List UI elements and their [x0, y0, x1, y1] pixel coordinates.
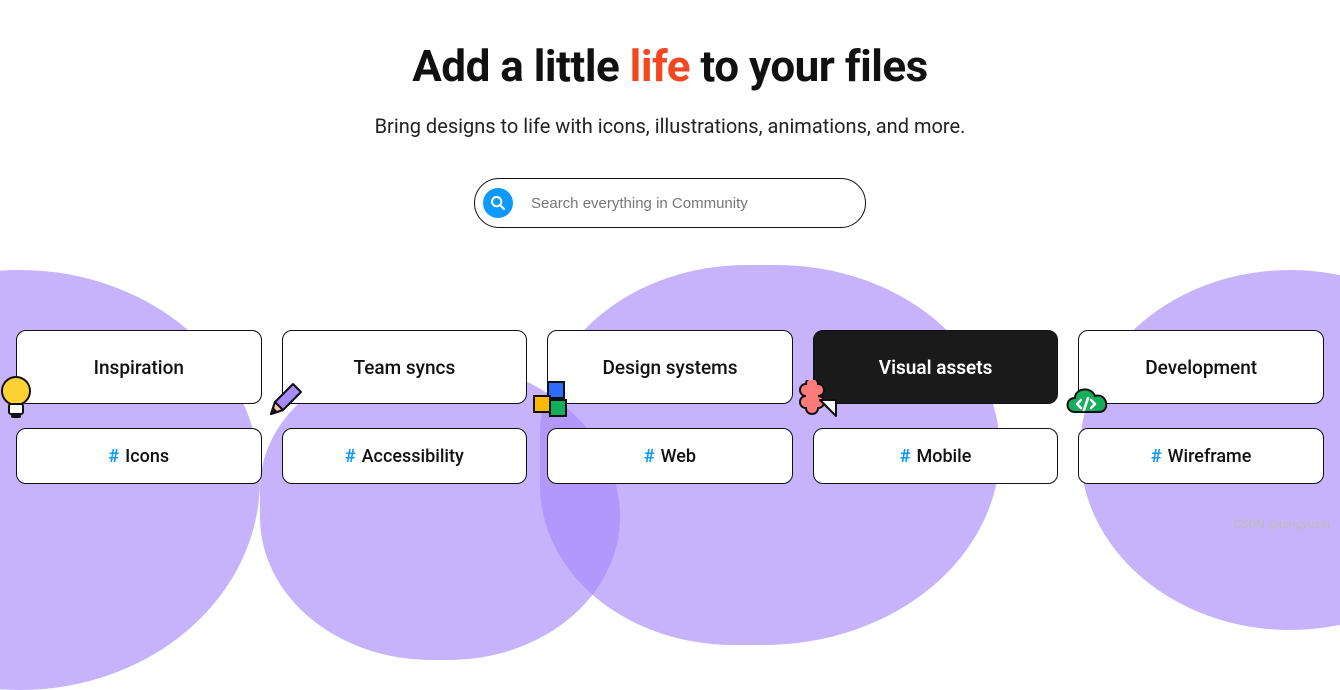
- category-label: Visual assets: [879, 356, 993, 379]
- tag-label: Icons: [125, 446, 169, 467]
- title-post: to your files: [690, 40, 928, 92]
- tag-card-mobile[interactable]: #Mobile: [813, 428, 1059, 484]
- category-card-inspiration[interactable]: Inspiration: [16, 330, 262, 404]
- cloud-code-icon: [1061, 382, 1113, 425]
- blocks-icon: [530, 380, 570, 425]
- category-label: Team syncs: [354, 356, 456, 379]
- tag-card-web[interactable]: # Web: [547, 428, 793, 484]
- tag-card-icons[interactable]: # Icons: [16, 428, 262, 484]
- tag-label: Wireframe: [1168, 446, 1252, 467]
- title-accent: life: [630, 40, 690, 92]
- hash-icon: #: [108, 446, 119, 467]
- tag-card-wireframe[interactable]: # Wireframe: [1078, 428, 1324, 484]
- pencil-icon: [265, 380, 305, 425]
- category-card-visual-assets[interactable]: Visual assets: [813, 330, 1059, 404]
- search-input[interactable]: [531, 195, 857, 212]
- category-label: Inspiration: [94, 356, 184, 379]
- tag-label: Mobile: [916, 446, 971, 467]
- hash-icon: #: [644, 446, 655, 467]
- hash-icon: #: [900, 446, 911, 467]
- category-label: Design systems: [603, 356, 738, 379]
- category-label: Development: [1145, 356, 1257, 379]
- hash-icon: #: [345, 446, 356, 467]
- shape-icon: [796, 380, 842, 425]
- search-container[interactable]: [474, 178, 866, 228]
- tag-label: Web: [661, 446, 696, 467]
- category-card-development[interactable]: Development: [1078, 330, 1324, 404]
- category-card-team-syncs[interactable]: Team syncs: [282, 330, 528, 404]
- watermark: CSDN @tengyuxin: [1233, 517, 1330, 531]
- tag-label: Accessibility: [362, 446, 464, 467]
- page-subtitle: Bring designs to life with icons, illust…: [0, 114, 1340, 138]
- tag-card-accessibility[interactable]: # Accessibility: [282, 428, 528, 484]
- page-title: Add a little life to your files: [0, 40, 1340, 92]
- hash-icon: #: [1151, 446, 1162, 467]
- category-card-design-systems[interactable]: Design systems: [547, 330, 793, 404]
- category-grid: Inspiration Team syncs Design systems: [16, 330, 1324, 484]
- title-pre: Add a little: [412, 40, 629, 92]
- search-icon[interactable]: [483, 188, 513, 218]
